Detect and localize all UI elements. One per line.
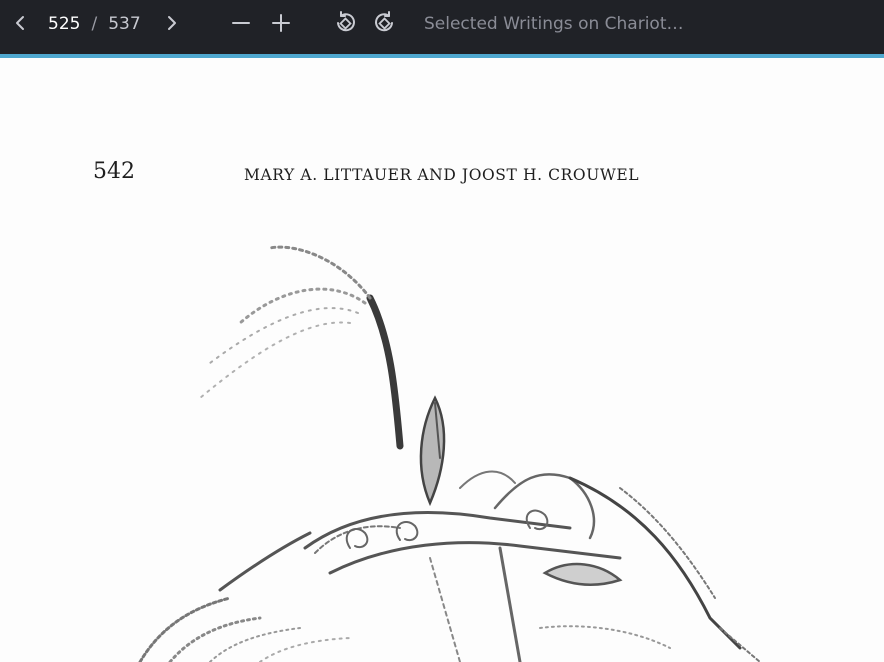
page-separator: /	[91, 14, 98, 34]
document-page: 542 MARY A. LITTAUER AND JOOST H. CROUWE…	[0, 58, 884, 662]
rotate-left-icon	[337, 11, 355, 32]
minus-icon	[232, 22, 250, 24]
next-page-button[interactable]	[158, 9, 186, 37]
horse-head-illustration	[138, 245, 761, 662]
total-pages: 537	[108, 14, 141, 34]
page-number: 542	[93, 159, 135, 184]
zoom-in-button[interactable]	[267, 9, 295, 37]
document-title: Selected Writings on Chariot…	[424, 14, 684, 34]
page-indicator: 525 / 537	[48, 13, 141, 35]
current-page-field[interactable]: 525	[48, 14, 80, 34]
running-head: MARY A. LITTAUER AND JOOST H. CROUWEL	[244, 166, 640, 184]
chevron-left-icon	[16, 16, 24, 30]
rotate-right-icon	[375, 11, 393, 32]
toolbar: 525 / 537 Selected Writings on Chariot…	[0, 0, 884, 58]
chevron-right-icon	[168, 16, 176, 30]
plus-icon	[272, 14, 290, 32]
previous-page-button[interactable]	[6, 9, 34, 37]
rotate-left-button[interactable]	[331, 9, 359, 37]
rotate-right-button[interactable]	[371, 9, 399, 37]
zoom-out-button[interactable]	[227, 9, 255, 37]
